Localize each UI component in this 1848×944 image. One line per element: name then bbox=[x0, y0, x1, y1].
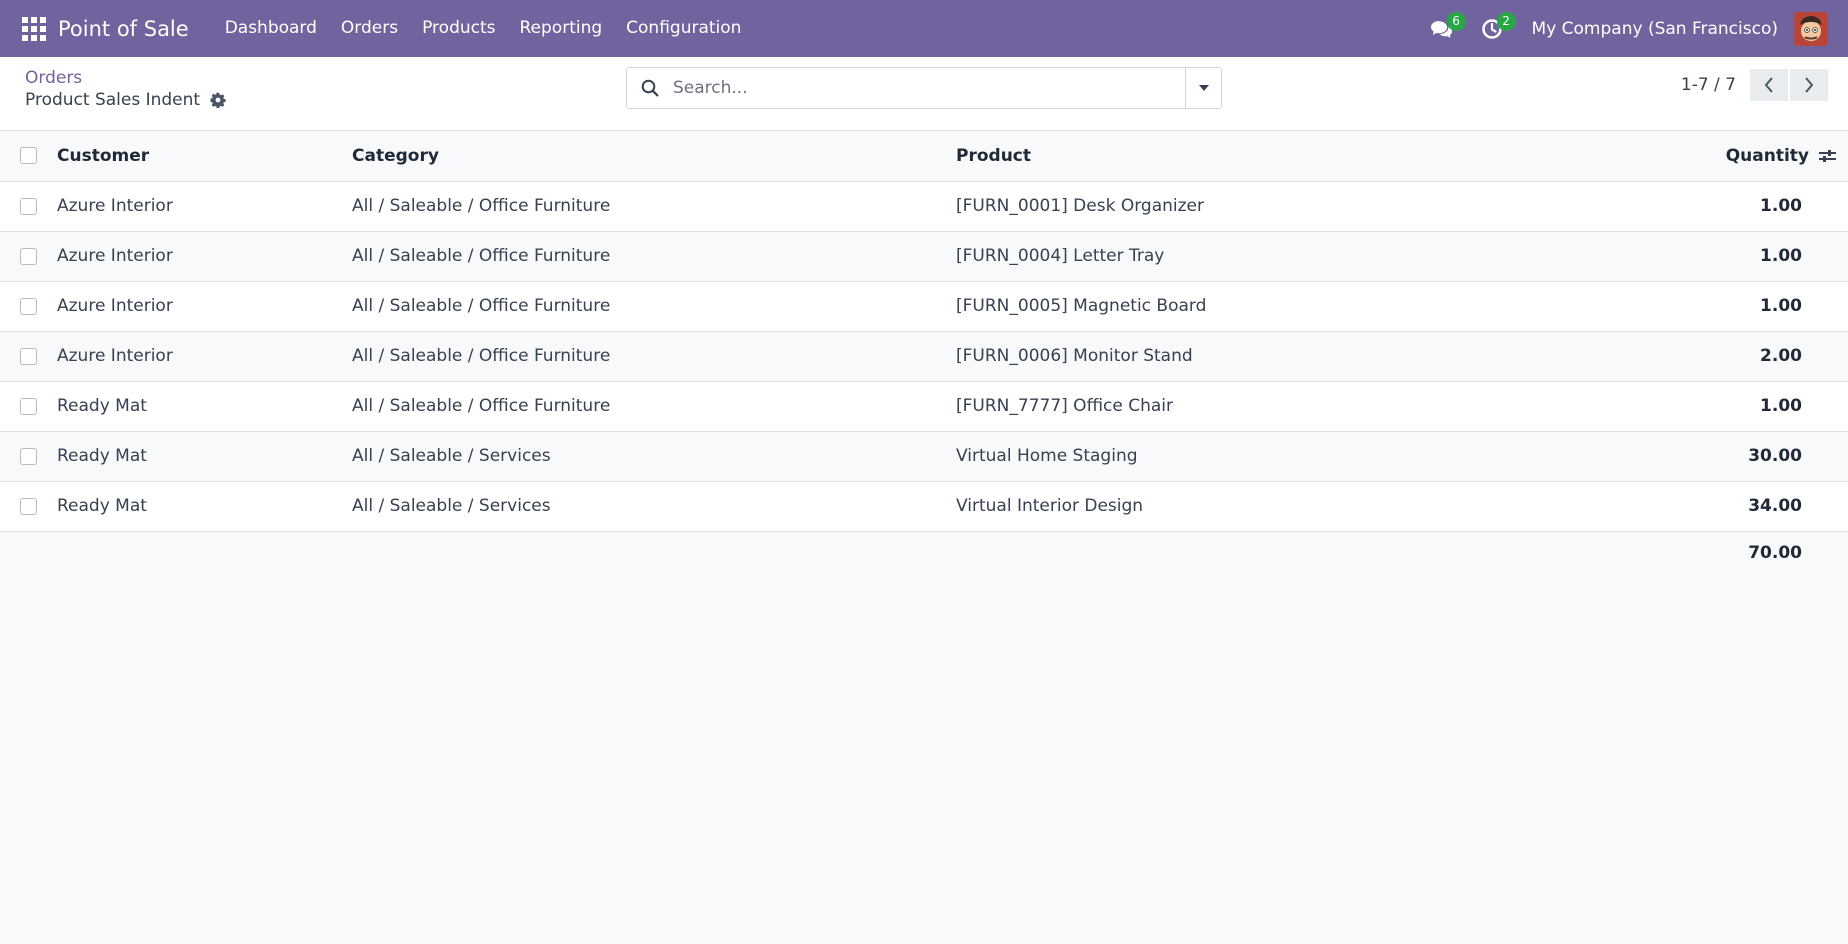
cell-product: [FURN_0001] Desk Organizer bbox=[956, 196, 1204, 216]
table-row[interactable]: Azure Interior All / Saleable / Office F… bbox=[0, 331, 1848, 381]
cell-quantity: 1.00 bbox=[1760, 196, 1802, 216]
cell-customer: Ready Mat bbox=[57, 496, 147, 516]
chevron-left-icon bbox=[1764, 77, 1773, 93]
table-row[interactable]: Azure Interior All / Saleable / Office F… bbox=[0, 181, 1848, 231]
pager-value[interactable]: 1-7 / 7 bbox=[1681, 75, 1736, 95]
optional-columns-icon[interactable] bbox=[1819, 149, 1836, 163]
app-name[interactable]: Point of Sale bbox=[58, 17, 189, 41]
cell-product: Virtual Home Staging bbox=[956, 446, 1138, 466]
main-menu: Dashboard Orders Products Reporting Conf… bbox=[213, 0, 754, 57]
systray: 6 2 My Company (San Francisco) bbox=[1424, 0, 1848, 57]
pager-next-button[interactable] bbox=[1790, 69, 1828, 101]
apps-grid-icon[interactable] bbox=[19, 14, 49, 44]
column-header-quantity[interactable]: Quantity bbox=[1726, 146, 1809, 166]
row-checkbox[interactable] bbox=[20, 247, 37, 265]
company-switcher[interactable]: My Company (San Francisco) bbox=[1532, 19, 1778, 39]
messages-badge: 6 bbox=[1446, 11, 1466, 31]
menu-item-orders[interactable]: Orders bbox=[329, 0, 410, 57]
cell-customer: Azure Interior bbox=[57, 246, 173, 266]
cell-quantity: 1.00 bbox=[1760, 246, 1802, 266]
cell-customer: Azure Interior bbox=[57, 196, 173, 216]
cell-category: All / Saleable / Office Furniture bbox=[352, 346, 611, 366]
messages-button[interactable]: 6 bbox=[1424, 11, 1466, 44]
cell-quantity: 30.00 bbox=[1748, 446, 1802, 466]
cell-customer: Ready Mat bbox=[57, 446, 147, 466]
search-bar bbox=[626, 67, 1222, 109]
user-avatar[interactable] bbox=[1794, 11, 1828, 46]
table-row[interactable]: Azure Interior All / Saleable / Office F… bbox=[0, 281, 1848, 331]
select-all-checkbox[interactable] bbox=[20, 147, 37, 165]
list-table: Customer Category Product Quantity Azure… bbox=[0, 131, 1848, 575]
avatar-face-icon bbox=[1794, 11, 1828, 46]
page-title: Product Sales Indent bbox=[25, 90, 201, 110]
chevron-right-icon bbox=[1805, 77, 1814, 93]
breadcrumb-orders[interactable]: Orders bbox=[25, 68, 226, 88]
row-checkbox[interactable] bbox=[20, 297, 37, 315]
column-header-customer[interactable]: Customer bbox=[57, 131, 352, 181]
cell-category: All / Saleable / Office Furniture bbox=[352, 196, 611, 216]
pager: 1-7 / 7 bbox=[1681, 69, 1828, 101]
top-navbar: Point of Sale Dashboard Orders Products … bbox=[0, 0, 1848, 57]
search-icon bbox=[627, 79, 673, 97]
cell-quantity: 2.00 bbox=[1760, 346, 1802, 366]
breadcrumb-current: Product Sales Indent bbox=[25, 90, 226, 110]
control-panel: Orders Product Sales Indent 1-7 / 7 bbox=[0, 57, 1848, 131]
pager-previous-button[interactable] bbox=[1750, 69, 1788, 101]
cell-category: All / Saleable / Services bbox=[352, 446, 551, 466]
activities-badge: 2 bbox=[1496, 11, 1516, 31]
table-footer-row: 70.00 bbox=[0, 531, 1848, 575]
cell-product: [FURN_0005] Magnetic Board bbox=[956, 296, 1207, 316]
table-row[interactable]: Ready Mat All / Saleable / Services Virt… bbox=[0, 431, 1848, 481]
gear-icon[interactable] bbox=[210, 92, 226, 108]
menu-item-products[interactable]: Products bbox=[410, 0, 507, 57]
cell-customer: Azure Interior bbox=[57, 346, 173, 366]
caret-down-icon bbox=[1198, 85, 1209, 91]
cell-product: [FURN_0004] Letter Tray bbox=[956, 246, 1165, 266]
activities-button[interactable]: 2 bbox=[1474, 11, 1516, 44]
cell-category: All / Saleable / Office Furniture bbox=[352, 396, 611, 416]
row-checkbox[interactable] bbox=[20, 447, 37, 465]
cell-quantity: 1.00 bbox=[1760, 296, 1802, 316]
cell-product: [FURN_7777] Office Chair bbox=[956, 396, 1173, 416]
cell-category: All / Saleable / Office Furniture bbox=[352, 296, 611, 316]
cell-quantity: 34.00 bbox=[1748, 496, 1802, 516]
cell-customer: Ready Mat bbox=[57, 396, 147, 416]
search-input[interactable] bbox=[673, 68, 1185, 108]
total-quantity: 70.00 bbox=[1748, 543, 1802, 564]
breadcrumb: Orders Product Sales Indent bbox=[25, 68, 226, 110]
column-header-category[interactable]: Category bbox=[352, 131, 956, 181]
table-row[interactable]: Ready Mat All / Saleable / Services Virt… bbox=[0, 481, 1848, 531]
cell-quantity: 1.00 bbox=[1760, 396, 1802, 416]
table-row[interactable]: Ready Mat All / Saleable / Office Furnit… bbox=[0, 381, 1848, 431]
table-header-row: Customer Category Product Quantity bbox=[0, 131, 1848, 181]
menu-item-dashboard[interactable]: Dashboard bbox=[213, 0, 329, 57]
cell-product: Virtual Interior Design bbox=[956, 496, 1144, 516]
row-checkbox[interactable] bbox=[20, 497, 37, 515]
row-checkbox[interactable] bbox=[20, 397, 37, 415]
row-checkbox[interactable] bbox=[20, 197, 37, 215]
menu-item-configuration[interactable]: Configuration bbox=[614, 0, 753, 57]
table-row[interactable]: Azure Interior All / Saleable / Office F… bbox=[0, 231, 1848, 281]
search-options-toggle[interactable] bbox=[1185, 68, 1221, 108]
column-header-product[interactable]: Product bbox=[956, 131, 1656, 181]
menu-item-reporting[interactable]: Reporting bbox=[508, 0, 615, 57]
cell-category: All / Saleable / Office Furniture bbox=[352, 246, 611, 266]
cell-category: All / Saleable / Services bbox=[352, 496, 551, 516]
row-checkbox[interactable] bbox=[20, 347, 37, 365]
cell-customer: Azure Interior bbox=[57, 296, 173, 316]
cell-product: [FURN_0006] Monitor Stand bbox=[956, 346, 1193, 366]
table-body: Azure Interior All / Saleable / Office F… bbox=[0, 181, 1848, 531]
